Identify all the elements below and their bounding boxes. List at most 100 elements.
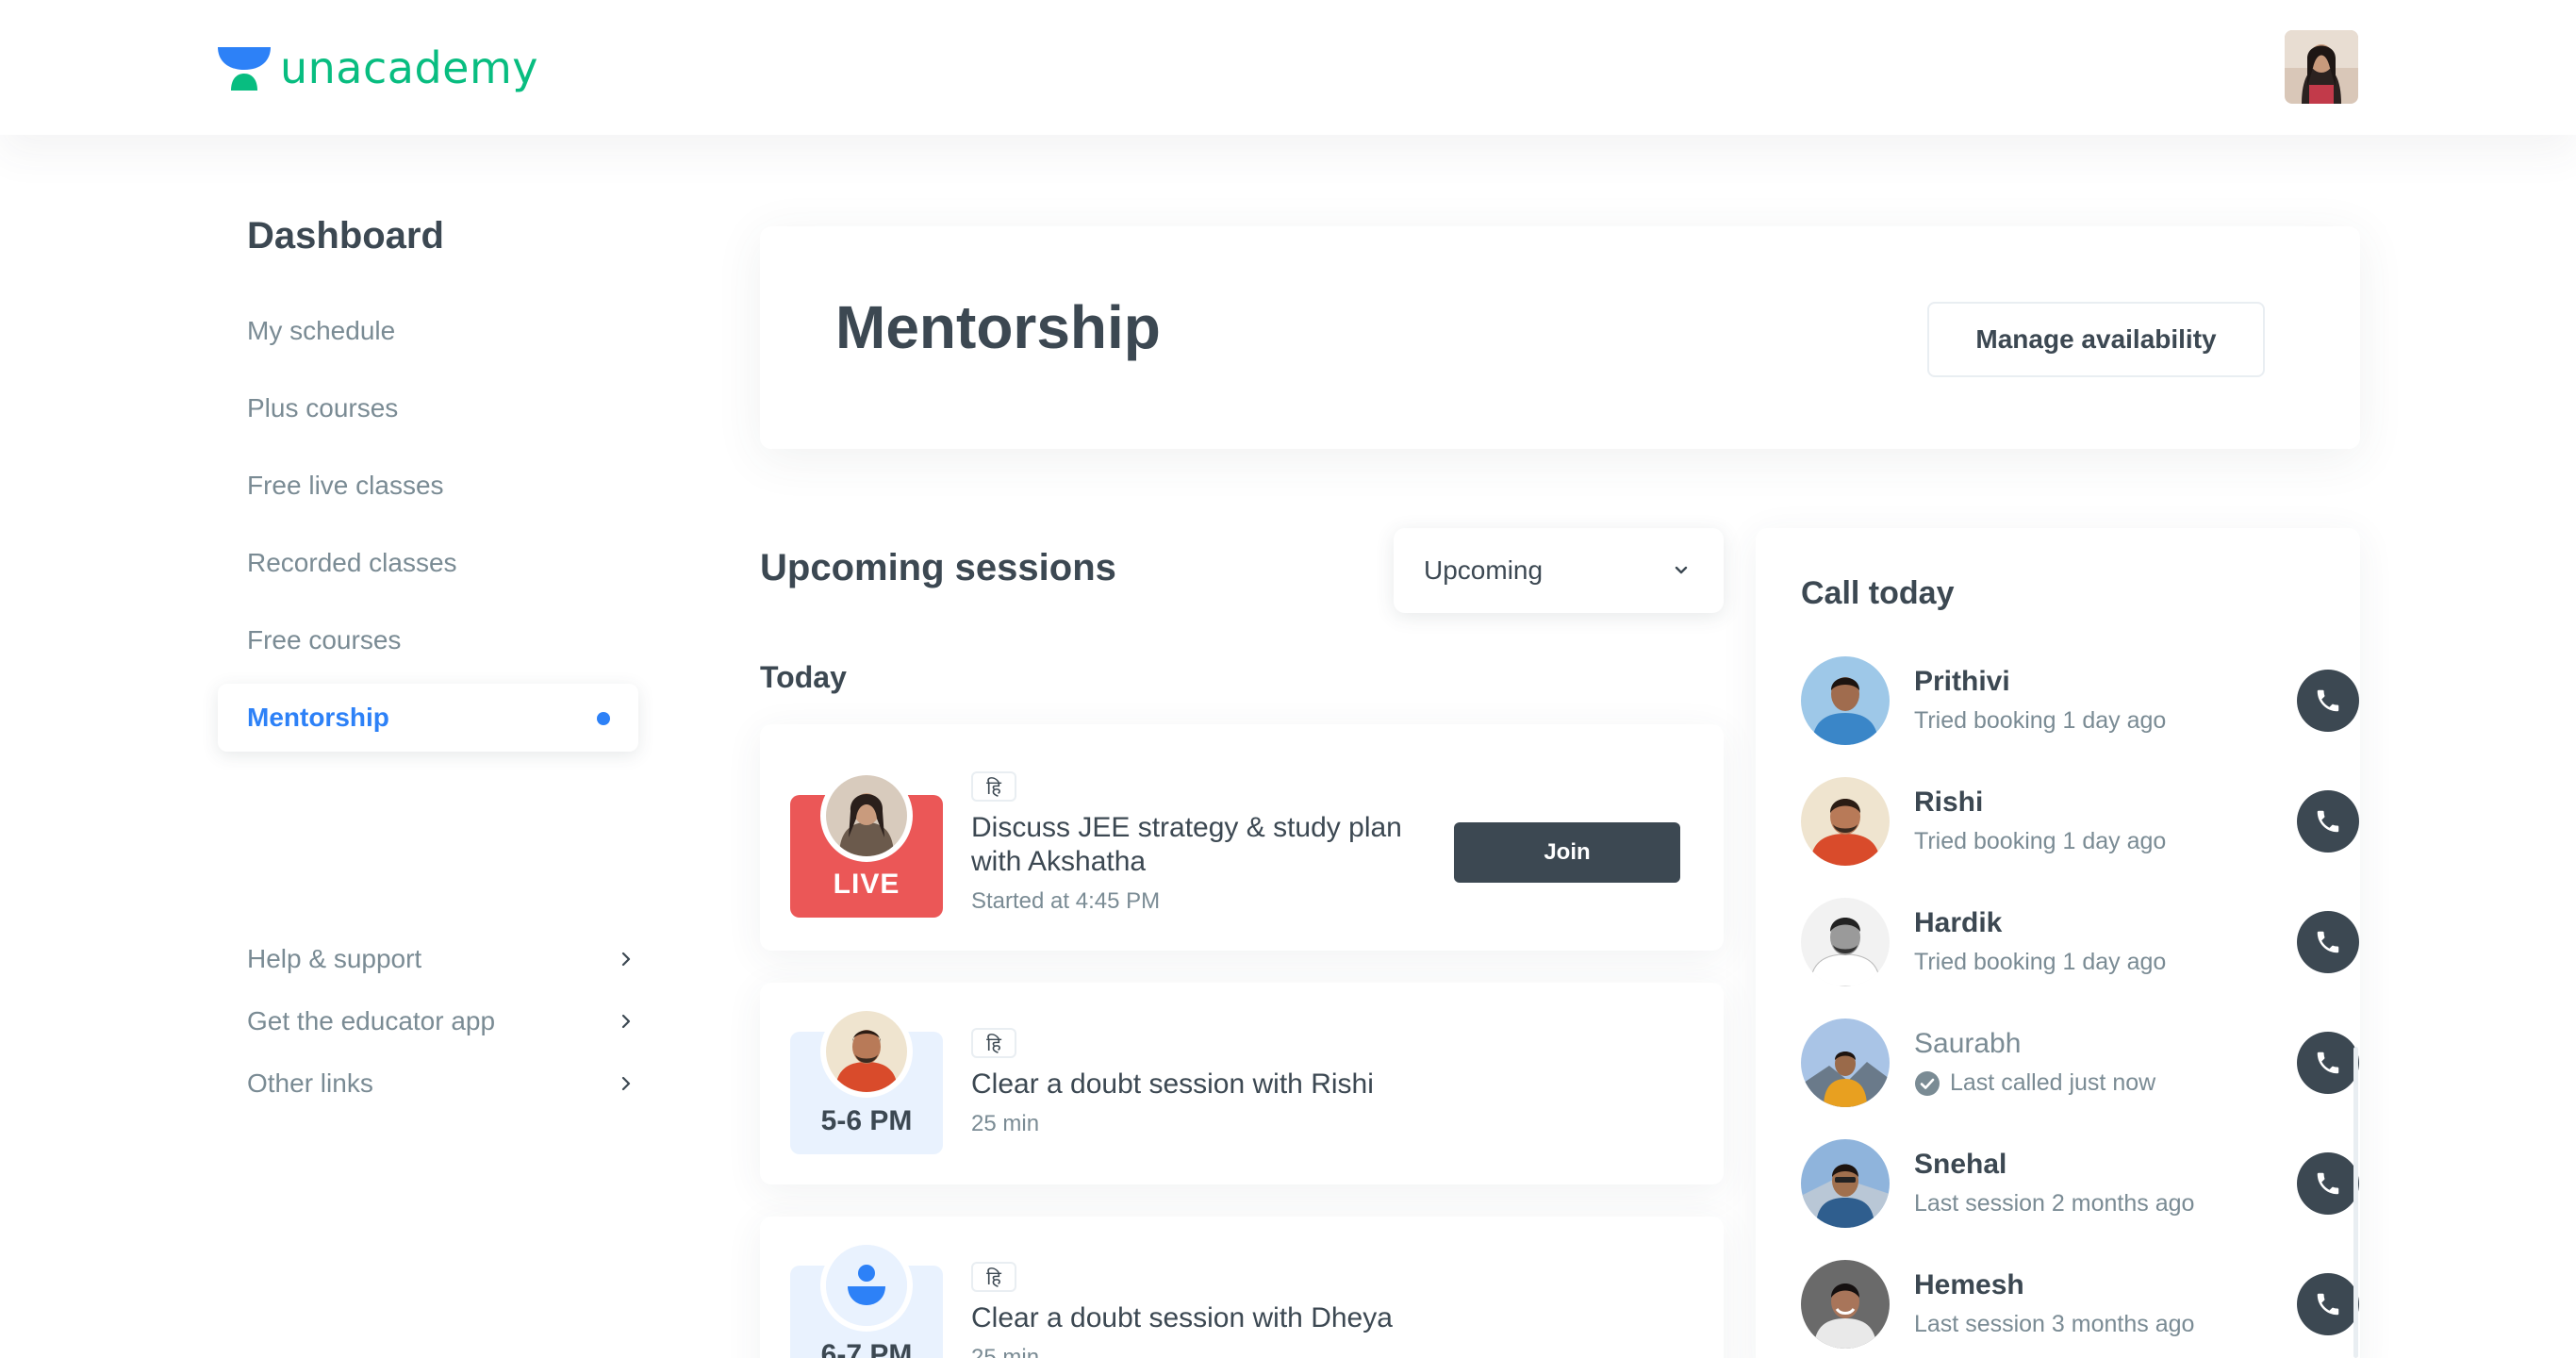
mentorship-header-card: Mentorship Manage availability	[760, 226, 2360, 449]
contact-status: Last session 3 months ago	[1914, 1311, 2194, 1338]
avatar	[820, 770, 913, 862]
session-title: Clear a doubt session with Rishi	[971, 1068, 1374, 1100]
call-today-title: Call today	[1801, 575, 1955, 611]
page-title: Mentorship	[835, 293, 1161, 361]
session-subtitle: 25 min	[971, 1111, 1040, 1136]
dropdown-value: Upcoming	[1424, 555, 1544, 585]
contact-status: Tried booking 1 day ago	[1914, 949, 2166, 976]
call-list-item[interactable]: Rishi Tried booking 1 day ago	[1801, 777, 2359, 868]
call-panel-scrollbar[interactable]	[2353, 1047, 2358, 1358]
session-card[interactable]: 5-6 PM हि Clear a doubt session with Ris…	[760, 983, 1724, 1184]
hindi-language-badge: हि	[971, 1028, 1016, 1058]
sidebar-item-free-live-classes[interactable]: Free live classes	[218, 452, 638, 520]
contact-status-text: Last session 2 months ago	[1914, 1190, 2195, 1217]
phone-icon	[2317, 1293, 2339, 1316]
call-list-item[interactable]: Prithivi Tried booking 1 day ago	[1801, 656, 2359, 747]
contact-name: Snehal	[1914, 1149, 2007, 1180]
join-button[interactable]: Join	[1454, 822, 1680, 883]
live-badge-label: LIVE	[833, 869, 900, 900]
contact-status: Tried booking 1 day ago	[1914, 828, 2166, 855]
sidebar-item-label: Recorded classes	[247, 548, 457, 577]
call-button[interactable]	[2297, 1273, 2359, 1335]
sidebar-item-label: My schedule	[247, 316, 396, 345]
session-title: Clear a doubt session with Dheya	[971, 1302, 1393, 1333]
brand-name: unacademy	[280, 42, 539, 93]
help-support-link[interactable]: Help & support	[247, 936, 636, 982]
chevron-right-icon	[621, 1076, 631, 1091]
profile-avatar[interactable]	[2285, 30, 2358, 104]
contact-status-text: Last called just now	[1950, 1069, 2156, 1096]
educator-app-link[interactable]: Get the educator app	[247, 999, 636, 1044]
contact-status-text: Last session 3 months ago	[1914, 1311, 2195, 1337]
educator-app-label: Get the educator app	[247, 1006, 496, 1035]
chevron-down-icon	[1675, 566, 1688, 574]
sidebar-item-label: Mentorship	[247, 703, 389, 732]
user-placeholder-icon	[820, 1239, 913, 1332]
hindi-language-badge: हि	[971, 771, 1016, 802]
contact-status: Last session 2 months ago	[1914, 1190, 2194, 1217]
time-slot-label: 6-7 PM	[820, 1339, 913, 1358]
session-subtitle: Started at 4:45 PM	[971, 888, 1161, 914]
call-button[interactable]	[2297, 1152, 2359, 1215]
unacademy-logo-icon	[218, 47, 271, 91]
avatar	[1801, 1139, 1890, 1228]
avatar	[1801, 777, 1890, 866]
call-button[interactable]	[2297, 670, 2359, 732]
call-list-item[interactable]: Hardik Tried booking 1 day ago	[1801, 898, 2359, 988]
call-button[interactable]	[2297, 1032, 2359, 1094]
avatar	[1801, 656, 1890, 745]
contact-name: Prithivi	[1914, 666, 2010, 697]
contact-name: Hemesh	[1914, 1269, 2024, 1300]
contact-status: Tried booking 1 day ago	[1914, 707, 2166, 735]
sidebar-item-plus-courses[interactable]: Plus courses	[218, 374, 638, 442]
phone-icon	[2317, 689, 2339, 712]
avatar	[1801, 1260, 1890, 1349]
phone-icon	[2317, 931, 2339, 953]
phone-icon	[2317, 1052, 2339, 1074]
session-title: Discuss JEE strategy & study plan with A…	[971, 812, 1402, 877]
sidebar-item-label: Plus courses	[247, 393, 399, 422]
top-header: unacademy	[0, 0, 2576, 135]
sidebar-item-label: Free live classes	[247, 471, 444, 500]
other-links-link[interactable]: Other links	[247, 1061, 636, 1106]
avatar	[820, 1005, 913, 1098]
call-today-panel: Call today Prithivi Tried booking 1 day …	[1756, 528, 2360, 1358]
contact-status: Last called just now	[1914, 1069, 2155, 1097]
check-circle-icon	[1915, 1070, 1940, 1096]
call-button[interactable]	[2297, 790, 2359, 853]
active-indicator-dot	[597, 712, 610, 725]
sidebar-item-my-schedule[interactable]: My schedule	[218, 297, 638, 365]
contact-name: Saurabh	[1914, 1028, 2022, 1059]
call-list-item[interactable]: Snehal Last session 2 months ago	[1801, 1139, 2359, 1230]
contact-status-text: Tried booking 1 day ago	[1914, 949, 2167, 975]
unacademy-logo[interactable]: unacademy	[216, 41, 538, 94]
session-card-live[interactable]: LIVE हि Discuss JEE strategy & study pla…	[760, 724, 1724, 951]
upcoming-sessions-title: Upcoming sessions	[760, 547, 1116, 588]
hindi-language-badge: हि	[971, 1262, 1016, 1292]
phone-icon	[2317, 1172, 2339, 1195]
chevron-right-icon	[621, 1014, 631, 1029]
other-links-label: Other links	[247, 1068, 373, 1098]
session-card[interactable]: 6-7 PM हि Clear a doubt session with Dhe…	[760, 1217, 1724, 1358]
chevron-right-icon	[621, 952, 631, 967]
time-slot-label: 5-6 PM	[820, 1105, 913, 1136]
manage-availability-button[interactable]: Manage availability	[1927, 302, 2265, 377]
sidebar-item-mentorship[interactable]: Mentorship	[218, 684, 638, 752]
session-subtitle: 25 min	[971, 1345, 1040, 1358]
sidebar-item-free-courses[interactable]: Free courses	[218, 606, 638, 674]
contact-status-text: Tried booking 1 day ago	[1914, 828, 2167, 854]
help-support-label: Help & support	[247, 944, 422, 973]
phone-icon	[2317, 810, 2339, 833]
sidebar-title: Dashboard	[247, 215, 444, 257]
call-list-item[interactable]: Hemesh Last session 3 months ago	[1801, 1260, 2359, 1350]
call-list-item[interactable]: Saurabh Last called just now	[1801, 1018, 2359, 1109]
avatar	[1801, 898, 1890, 986]
contact-name: Hardik	[1914, 907, 2003, 938]
call-button[interactable]	[2297, 911, 2359, 973]
sidebar-item-recorded-classes[interactable]: Recorded classes	[218, 529, 638, 597]
session-filter-dropdown[interactable]: Upcoming	[1394, 528, 1724, 613]
contact-status-text: Tried booking 1 day ago	[1914, 707, 2167, 734]
contact-name: Rishi	[1914, 787, 1984, 818]
today-label: Today	[760, 660, 847, 694]
sidebar-item-label: Free courses	[247, 625, 402, 654]
